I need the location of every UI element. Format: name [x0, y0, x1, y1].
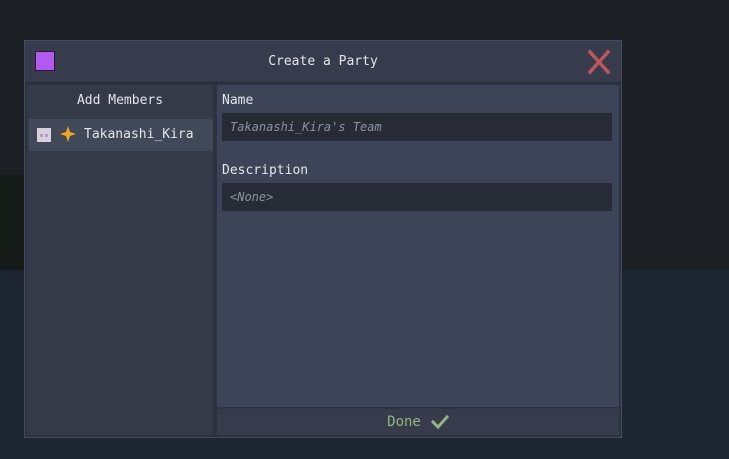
done-label: Done	[387, 414, 421, 430]
party-description-input[interactable]	[222, 183, 612, 211]
checkmark-icon	[430, 415, 449, 429]
dialog-title: Create a Party	[268, 54, 378, 69]
members-header: Add Members	[76, 93, 164, 108]
members-panel: Add Members Takanashi_Kira	[27, 85, 213, 435]
avatar-detail	[45, 134, 48, 137]
party-form-panel: Name Description	[217, 85, 619, 407]
member-row-takanashi-kira[interactable]: Takanashi_Kira	[29, 119, 213, 151]
party-name-input[interactable]	[222, 113, 612, 141]
done-button[interactable]: Done	[217, 409, 619, 435]
dialog-titlebar: Create a Party	[25, 41, 621, 83]
avatar-detail	[40, 134, 43, 137]
create-party-dialog: Create a Party Add Members Takanashi_Kir…	[24, 40, 622, 438]
close-button[interactable]	[585, 49, 613, 75]
close-icon	[587, 49, 611, 75]
description-label: Description	[222, 163, 309, 178]
player-head-icon	[37, 128, 51, 142]
leader-star-icon	[60, 126, 76, 142]
name-label: Name	[222, 93, 254, 108]
member-name: Takanashi_Kira	[84, 127, 194, 142]
